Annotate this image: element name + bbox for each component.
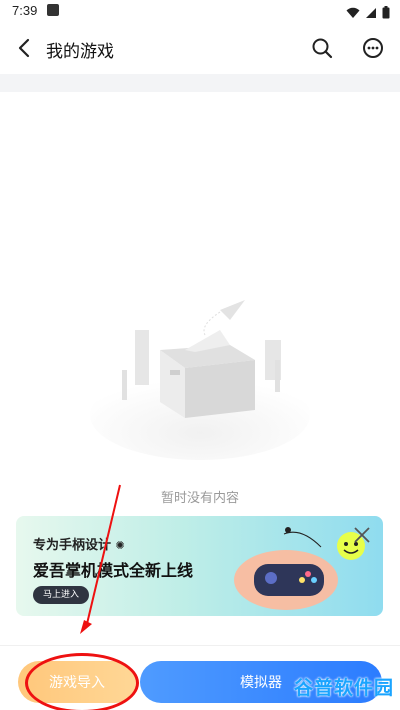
watermark: 谷普软件园 [293,677,394,699]
app-notification-icon [47,4,59,16]
promo-banner[interactable]: 专为手柄设计 ✺ 爱吾掌机模式全新上线 马上进入 [16,516,383,616]
status-time: 7:39 [12,3,38,18]
signal-icon [365,4,377,23]
status-icons [346,4,390,23]
banner-title: 爱吾掌机模式全新上线 [33,561,194,580]
annotation-circle [25,653,139,710]
search-button[interactable] [308,34,336,62]
close-icon [354,527,370,543]
page-title: 我的游戏 [46,42,114,62]
empty-state-illustration [80,290,320,460]
banner-subtitle-text: 专为手柄设计 [33,538,112,553]
back-button[interactable] [10,34,38,62]
app-header: 我的游戏 [0,24,400,74]
more-dots-icon [363,38,383,58]
status-bar: 7:39 [0,0,400,24]
sparkle-icon: ✺ [115,539,125,552]
banner-close-button[interactable] [351,524,373,546]
header-divider [0,74,400,92]
search-icon [312,38,333,59]
empty-state-text: 暂时没有内容 [160,491,239,506]
wifi-icon [346,4,360,23]
back-arrow-icon [18,38,30,58]
banner-enter-button[interactable]: 马上进入 [33,586,90,604]
more-button[interactable] [359,34,387,62]
banner-subtitle: 专为手柄设计 ✺ [33,534,125,553]
battery-icon [382,4,390,23]
